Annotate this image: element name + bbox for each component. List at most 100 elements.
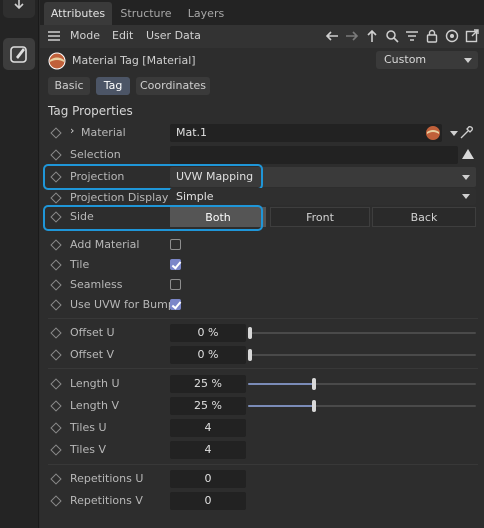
slider-handle[interactable]	[248, 327, 252, 339]
chevron-down-icon	[464, 58, 472, 63]
projection-highlight	[43, 164, 263, 190]
offset-u-label: Offset U	[70, 326, 115, 339]
filter-icon[interactable]	[404, 28, 420, 44]
material-preview-icon	[425, 125, 441, 141]
new-window-icon[interactable]	[464, 28, 480, 44]
projection-display-value: Simple	[176, 190, 214, 203]
add-material-label: Add Material	[70, 238, 140, 251]
length-v-slider[interactable]	[248, 400, 476, 412]
keyframe-diamond-icon[interactable]	[50, 192, 62, 204]
seamless-row: Seamless	[40, 275, 484, 295]
tab-coordinates[interactable]: Coordinates	[136, 77, 210, 95]
tiles-v-field[interactable]: 4	[170, 441, 246, 459]
offset-u-slider[interactable]	[248, 327, 476, 339]
keyframe-diamond-icon[interactable]	[50, 400, 62, 412]
keyframe-diamond-icon[interactable]	[50, 473, 62, 485]
tab-basic[interactable]: Basic	[48, 77, 90, 95]
offset-v-slider[interactable]	[248, 349, 476, 361]
eyedropper-icon[interactable]	[458, 125, 474, 141]
use-uvw-bump-row: Use UVW for Bump	[40, 295, 484, 315]
tile-checkbox[interactable]	[170, 259, 181, 270]
hamburger-menu-icon[interactable]	[46, 28, 62, 44]
keyframe-diamond-icon[interactable]	[50, 349, 62, 361]
offset-u-field[interactable]: 0 %	[170, 324, 246, 342]
keyframe-diamond-icon[interactable]	[50, 239, 62, 251]
material-label: Material	[81, 126, 126, 139]
offset-u-row: Offset U 0 %	[40, 323, 484, 343]
back-arrow-icon[interactable]	[324, 28, 340, 44]
length-u-label: Length U	[70, 377, 120, 390]
length-v-row: Length V 25 %	[40, 396, 484, 416]
search-icon[interactable]	[384, 28, 400, 44]
toolbar: Mode Edit User Data	[40, 25, 484, 48]
length-u-field[interactable]: 25 %	[170, 375, 246, 393]
repetitions-v-row: Repetitions V 0	[40, 491, 484, 511]
offset-v-row: Offset V 0 %	[40, 345, 484, 365]
material-row: › Material Mat.1	[40, 123, 484, 143]
divider	[48, 368, 478, 369]
chevron-down-icon	[462, 175, 470, 180]
side-highlight	[43, 205, 263, 231]
divider	[48, 318, 478, 319]
tab-structure[interactable]: Structure	[116, 2, 176, 25]
keyframe-diamond-icon[interactable]	[50, 444, 62, 456]
tab-layers[interactable]: Layers	[182, 2, 230, 25]
projection-display-dropdown[interactable]: Simple	[170, 188, 476, 205]
tiles-v-label: Tiles V	[70, 443, 107, 456]
keyframe-diamond-icon[interactable]	[50, 299, 62, 311]
menu-user-data[interactable]: User Data	[146, 25, 201, 48]
keyframe-diamond-icon[interactable]	[50, 149, 62, 161]
seamless-checkbox[interactable]	[170, 279, 181, 290]
mode-dropdown-value: Custom	[384, 53, 427, 66]
length-v-field[interactable]: 25 %	[170, 397, 246, 415]
material-value: Mat.1	[176, 126, 208, 139]
menu-mode[interactable]: Mode	[70, 25, 100, 48]
menu-edit[interactable]: Edit	[112, 25, 133, 48]
add-material-checkbox[interactable]	[170, 239, 181, 250]
attribute-edit-icon[interactable]	[3, 38, 35, 70]
object-title: Material Tag [Material]	[72, 54, 196, 67]
slider-handle[interactable]	[248, 349, 252, 361]
offset-v-field[interactable]: 0 %	[170, 346, 246, 364]
lock-icon[interactable]	[424, 28, 440, 44]
tile-row: Tile	[40, 255, 484, 275]
target-icon[interactable]	[444, 28, 460, 44]
keyframe-diamond-icon[interactable]	[50, 327, 62, 339]
forward-arrow-icon[interactable]	[344, 28, 360, 44]
length-u-slider[interactable]	[248, 378, 476, 390]
tiles-v-row: Tiles V 4	[40, 440, 484, 460]
slider-fill	[248, 383, 314, 385]
tiles-u-field[interactable]: 4	[170, 419, 246, 437]
slider-handle[interactable]	[312, 378, 316, 390]
keyframe-diamond-icon[interactable]	[50, 259, 62, 271]
material-tag-icon	[48, 52, 66, 70]
repetitions-u-label: Repetitions U	[70, 472, 144, 485]
tab-attributes[interactable]: Attributes	[44, 2, 112, 25]
keyframe-diamond-icon[interactable]	[50, 422, 62, 434]
selection-field[interactable]	[170, 146, 458, 164]
material-dropdown-icon[interactable]	[450, 131, 458, 136]
keyframe-diamond-icon[interactable]	[50, 279, 62, 291]
length-u-row: Length U 25 %	[40, 374, 484, 394]
side-option-front[interactable]: Front	[270, 207, 370, 227]
repetitions-u-field[interactable]: 0	[170, 470, 246, 488]
attribute-manager-panel: Attributes Structure Layers Mode Edit Us…	[40, 0, 484, 528]
tab-tag[interactable]: Tag	[96, 77, 130, 95]
left-tool-strip	[0, 0, 39, 528]
triangle-up-icon[interactable]	[462, 149, 474, 162]
keyframe-diamond-icon[interactable]	[50, 378, 62, 390]
repetitions-u-row: Repetitions U 0	[40, 469, 484, 489]
keyframe-diamond-icon[interactable]	[50, 495, 62, 507]
move-tool-icon[interactable]	[3, 0, 35, 18]
up-arrow-icon[interactable]	[364, 28, 380, 44]
chevron-right-icon[interactable]: ›	[70, 124, 74, 137]
seamless-label: Seamless	[70, 278, 123, 291]
mode-dropdown[interactable]: Custom	[376, 51, 478, 69]
slider-handle[interactable]	[312, 400, 316, 412]
selection-row: Selection	[40, 145, 484, 165]
material-link-field[interactable]: Mat.1	[170, 124, 442, 142]
repetitions-v-field[interactable]: 0	[170, 492, 246, 510]
use-uvw-bump-checkbox[interactable]	[170, 299, 181, 310]
side-option-back[interactable]: Back	[372, 207, 476, 227]
keyframe-diamond-icon[interactable]	[50, 127, 62, 139]
